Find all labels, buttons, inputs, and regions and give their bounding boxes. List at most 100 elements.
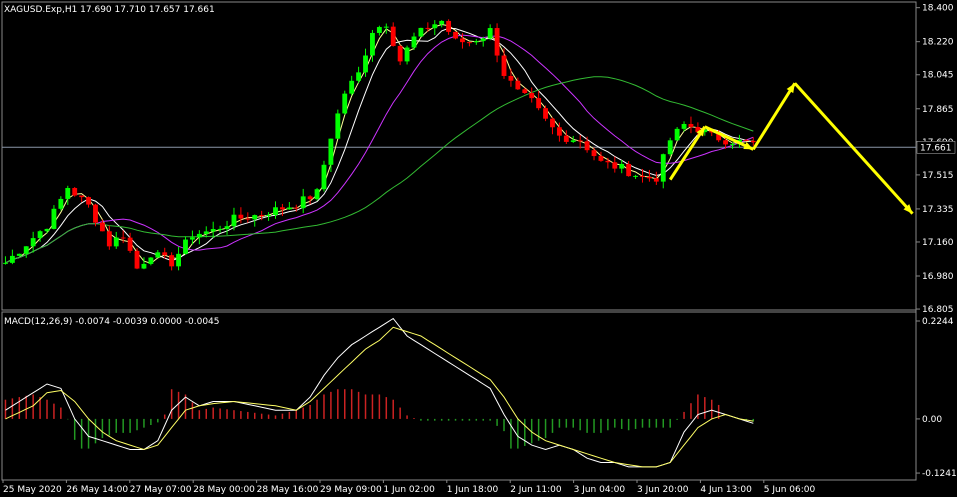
candle-body	[522, 89, 528, 93]
candle-body	[501, 55, 507, 76]
candle-body	[189, 237, 195, 240]
time-label: 28 May 00:00	[193, 485, 255, 495]
candle-body	[141, 263, 147, 269]
candle-body	[259, 215, 265, 217]
macd-header: MACD(12,26,9) -0.0074 -0.0039 0.0000 -0.…	[4, 317, 220, 327]
candle-body	[148, 257, 154, 264]
candle-body	[681, 123, 687, 129]
candle-body	[653, 178, 659, 182]
time-label: 2 Jun 11:00	[510, 485, 562, 495]
candle-body	[390, 26, 396, 46]
candle-body	[543, 108, 548, 119]
candle-body	[127, 237, 133, 251]
candle-body	[252, 215, 258, 220]
candle-body	[224, 226, 230, 229]
candle-body	[688, 123, 694, 128]
candle-body	[508, 75, 514, 81]
candle-body	[293, 207, 299, 209]
price-tick-label: 18.400	[922, 4, 954, 14]
candle-body	[342, 93, 348, 114]
candle-body	[418, 27, 424, 37]
price-tick-label: 18.045	[922, 71, 954, 81]
time-label: 1 Jun 02:00	[383, 485, 435, 495]
candle-body	[245, 218, 251, 220]
candle-body	[723, 140, 729, 145]
time-label: 27 May 07:00	[130, 485, 192, 495]
time-label: 25 May 2020	[3, 485, 62, 495]
candle-body	[217, 228, 223, 230]
candle-body	[515, 80, 521, 90]
candle-body	[626, 163, 632, 177]
candle-body	[411, 36, 417, 48]
candle-body	[556, 127, 562, 136]
candle-body	[494, 28, 500, 56]
time-label: 1 Jun 18:00	[447, 485, 499, 495]
trading-chart[interactable]: 18.40018.22018.04517.86517.69017.51517.3…	[0, 0, 957, 497]
macd-tick-label: 0.00	[922, 415, 942, 425]
candle-body	[598, 156, 604, 161]
candle-body	[65, 188, 71, 199]
candle-body	[9, 255, 15, 263]
candle-body	[363, 55, 368, 73]
candle-body	[577, 140, 583, 142]
time-label: 28 May 16:00	[257, 485, 319, 495]
candle-body	[176, 253, 181, 267]
candle-body	[432, 24, 438, 29]
candle-body	[44, 228, 50, 232]
time-label: 5 Jun 06:00	[764, 485, 816, 495]
candle-body	[674, 128, 680, 141]
candle-body	[162, 252, 168, 256]
candle-body	[591, 150, 597, 157]
candle-body	[203, 231, 209, 234]
candle-body	[425, 27, 431, 29]
candle-body	[273, 207, 278, 216]
candle-body	[466, 42, 472, 44]
candle-body	[183, 239, 188, 254]
symbol-header: XAGUSD.Exp,H1 17.690 17.710 17.657 17.66…	[4, 5, 215, 15]
candle-body	[633, 175, 638, 177]
candle-body	[446, 20, 452, 32]
candle-body	[349, 80, 355, 94]
candle-body	[563, 135, 569, 142]
price-tick-label: 17.160	[922, 238, 954, 248]
candle-body	[266, 215, 272, 217]
candle-body	[487, 28, 493, 39]
candle-body	[667, 140, 673, 155]
candle-body	[646, 176, 652, 179]
candle-body	[79, 195, 85, 198]
macd-tick-label: 0.2244	[922, 317, 954, 327]
price-tick-label: 16.980	[922, 272, 954, 282]
price-tick-label: 17.515	[922, 171, 954, 181]
time-label: 26 May 14:00	[66, 485, 128, 495]
candle-body	[453, 31, 458, 39]
candle-body	[750, 140, 756, 143]
candle-body	[321, 164, 327, 190]
candle-body	[106, 231, 112, 247]
candle-body	[16, 253, 22, 256]
candle-body	[72, 188, 78, 196]
candle-body	[660, 154, 666, 182]
time-label: 4 Jun 13:00	[700, 485, 752, 495]
candle-body	[730, 144, 735, 146]
candle-body	[58, 198, 64, 209]
candle-body	[529, 92, 535, 99]
candle-body	[550, 118, 555, 128]
candle-body	[460, 38, 465, 43]
candle-body	[383, 26, 389, 28]
candle-body	[300, 196, 306, 209]
candle-body	[307, 196, 313, 200]
time-label: 3 Jun 04:00	[574, 485, 626, 495]
price-tick-label: 17.335	[922, 205, 954, 215]
candle-body	[134, 250, 140, 269]
candle-body	[238, 214, 244, 219]
candle-body	[743, 139, 749, 141]
price-tick-label: 17.865	[922, 105, 954, 115]
candle-body	[370, 32, 375, 56]
candle-body	[3, 262, 8, 264]
candle-body	[397, 45, 403, 62]
candle-body	[51, 208, 57, 229]
candle-body	[37, 231, 43, 239]
current-price-label: 17.661	[920, 143, 952, 153]
price-tick-label: 18.220	[922, 38, 954, 48]
candle-body	[99, 222, 105, 232]
